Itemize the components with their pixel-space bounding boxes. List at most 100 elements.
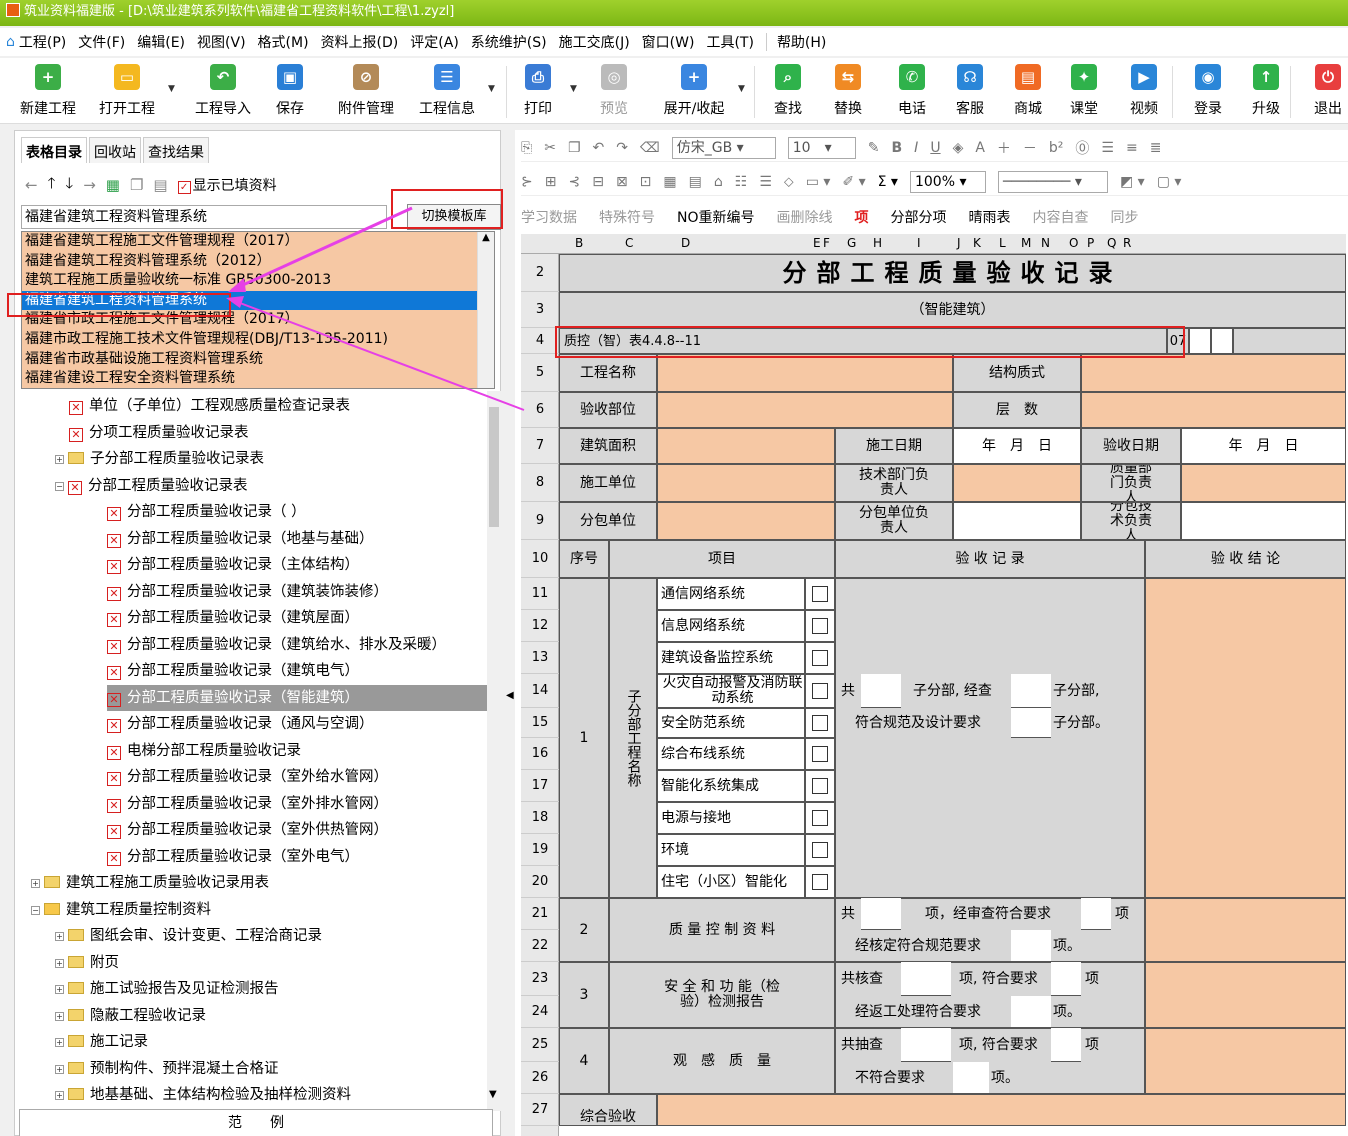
checkbox-icon[interactable] [812,842,828,858]
system-checkbox[interactable] [805,770,835,802]
tree-item[interactable]: + 施工记录 [55,1029,148,1055]
row-number[interactable]: 21 [521,898,559,930]
toolbar-button-18[interactable]: ⏻ 退出 [1310,62,1346,118]
tech-head-input[interactable] [953,464,1081,502]
undo-icon[interactable]: ↶ [593,140,605,156]
record-input[interactable] [1011,996,1051,1028]
row-number[interactable]: 18 [521,802,559,834]
tree-item[interactable]: ✕ 分部工程质量验收记录（建筑电气） [107,658,359,684]
expand-toggle-icon[interactable]: − [31,905,40,915]
system-checkbox[interactable] [805,802,835,834]
toolbar-button-1[interactable]: ▭ 打开工程 [96,62,158,118]
column-label[interactable]: C [625,236,633,250]
frame-icon[interactable]: ▢ ▾ [1157,174,1182,190]
overall-input[interactable] [657,1094,1346,1126]
tree-item[interactable]: ✕ 分部工程质量验收记录（主体结构） [107,552,359,578]
expand-toggle-icon[interactable]: + [55,985,64,994]
dropdown-arrow-icon[interactable]: ▼ [570,84,577,94]
system-checkbox[interactable] [805,642,835,674]
menu-item-1[interactable]: 文件(F) [78,32,125,52]
row-number[interactable]: 7 [521,428,559,464]
form-cell[interactable]: 序号 [559,540,609,578]
grid2-icon[interactable]: ▦ [663,174,676,190]
record-input[interactable] [861,898,901,930]
system-name[interactable]: 火灾自动报警及消防联动系统 [657,674,805,708]
row-number[interactable]: 15 [521,708,559,738]
highlight-icon[interactable]: ◈ [953,140,964,156]
tree-scroll-thumb[interactable] [489,407,499,527]
toolbar-button-17[interactable]: ↑ 升级 [1248,62,1284,118]
conclusion-input[interactable] [1145,898,1346,962]
expand-toggle-icon[interactable]: + [55,455,64,464]
column-label[interactable]: G [847,236,856,250]
tab-catalog[interactable]: 表格目录 [21,137,87,163]
tree-item[interactable]: ✕ 分部工程质量验收记录（室外排水管网） [107,791,388,817]
tree-item[interactable]: + 附页 [55,950,119,976]
row-number[interactable]: 6 [521,392,559,428]
expand-toggle-icon[interactable]: + [55,1038,64,1047]
row-number[interactable]: 8 [521,464,559,502]
form-cell[interactable]: 2 [559,898,609,962]
column-label[interactable]: E [813,236,821,250]
row-number[interactable]: 20 [521,866,559,898]
column-label[interactable]: J [957,236,961,250]
floors-input[interactable] [1081,392,1346,428]
dropdown-scrollbar[interactable]: ▲ [477,232,494,388]
row-number[interactable]: 12 [521,610,559,642]
toolbar-button-15[interactable]: ▶ 视频 [1126,62,1162,118]
tree-item[interactable]: ✕ 分部工程质量验收记录（建筑给水、排水及采暖） [107,632,446,658]
border-style-icon[interactable]: ◩ ▾ [1120,174,1145,190]
template-option[interactable]: 福建市政工程施工技术文件管理规程(DBJ/T13-135-2011) [22,329,494,350]
template-option[interactable]: 福建省建筑工程施工文件管理规程（2017） [22,232,494,252]
renumber-button[interactable]: NO重新编号 [677,207,755,227]
font-size-select[interactable]: 10 ▾ [787,136,856,159]
form-cell[interactable]: 验收部位 [559,392,657,428]
paste-icon[interactable]: ⎘ [521,140,532,156]
conclusion-input[interactable] [1145,578,1346,898]
column-label[interactable]: H [873,236,882,250]
form-cell[interactable]: 质 量 控 制 资 料 [609,898,835,962]
form-cell[interactable]: 验收日期 [1081,428,1181,464]
tree-item[interactable]: ✕ 分部工程质量验收记录（智能建筑） [107,684,487,711]
form-cell[interactable]: 3 [559,962,609,1028]
list2-icon[interactable]: ☰ [759,174,772,190]
menu-item-6[interactable]: 评定(A) [410,32,459,52]
column-label[interactable]: Q [1107,236,1116,250]
insert-col-icon[interactable]: ⊞ [545,174,557,190]
form-cell[interactable]: 观 感 质 量 [609,1028,835,1094]
record-input[interactable] [1011,708,1051,738]
sum-icon[interactable]: Σ ▾ [878,174,898,190]
collapse-icon[interactable]: ◀ [506,690,514,701]
sub-tech-input[interactable] [1181,502,1346,540]
clear-format-icon[interactable]: ⌫ [640,140,660,156]
toolbar-button-11[interactable]: ✆ 电话 [894,62,930,118]
lock-icon[interactable]: ⌂ [714,174,723,190]
zoom-select[interactable]: 100% ▾ [909,170,986,193]
tree-scrollbar[interactable]: ▼ [487,391,501,1111]
form-cell[interactable]: 施工单位 [559,464,657,502]
column-label[interactable]: R [1123,236,1131,250]
tree-item[interactable]: ✕ 分部工程质量验收记录（建筑装饰装修） [107,579,388,605]
toolbar-button-13[interactable]: ▤ 商城 [1010,62,1046,118]
form-subtitle[interactable]: （智能建筑） [559,292,1346,328]
project-name-input[interactable] [657,354,953,392]
form-cell[interactable]: 安 全 和 功 能（检验）检测报告 [609,962,835,1028]
checkbox-icon[interactable] [812,810,828,826]
column-label[interactable]: I [917,236,921,250]
table-icon[interactable]: ▤ [689,174,702,190]
expand-toggle-icon[interactable]: + [55,958,64,968]
column-label[interactable]: P [1087,236,1094,250]
italic-icon[interactable]: I [914,140,918,156]
forward-icon[interactable]: → [83,176,96,194]
row-number[interactable]: 2 [521,254,559,292]
row-number[interactable]: 4 [521,328,559,354]
form-cell[interactable]: 子分部工程名称 [609,578,657,898]
toolbar-button-12[interactable]: ☊ 客服 [952,62,988,118]
form-cell[interactable]: 项目 [609,540,835,578]
toolbar-button-14[interactable]: ✦ 课堂 [1066,62,1102,118]
form-cell[interactable]: 1 [559,578,609,898]
form-cell[interactable]: 质量部门负责人 [1081,464,1181,502]
form-cell[interactable]: 工程名称 [559,354,657,392]
row-number[interactable]: 9 [521,502,559,540]
system-name[interactable]: 通信网络系统 [657,578,805,610]
